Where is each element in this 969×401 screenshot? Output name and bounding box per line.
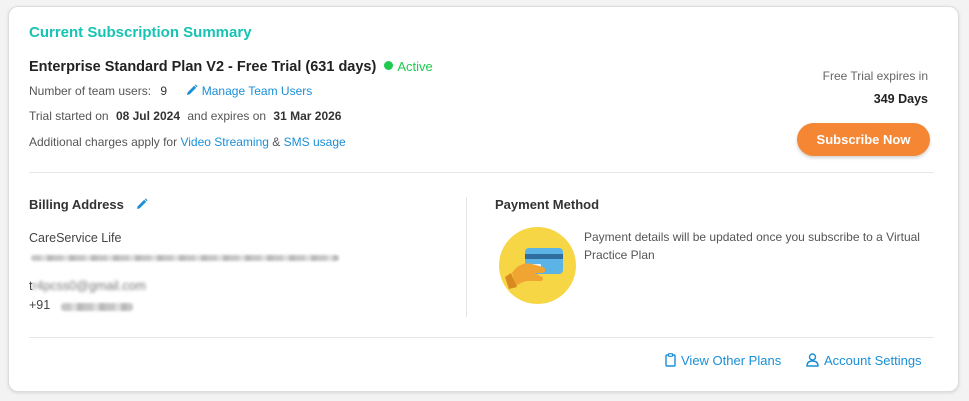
- ampersand: &: [272, 135, 281, 149]
- status-badge: Active: [384, 59, 433, 74]
- charges-row: Additional charges apply for Video Strea…: [29, 135, 346, 149]
- account-settings-label: Account Settings: [824, 353, 922, 368]
- payment-method-message: Payment details will be updated once you…: [584, 230, 920, 262]
- section-divider: [29, 172, 934, 173]
- trial-expire-date: 31 Mar 2026: [273, 109, 342, 123]
- team-users-label: Number of team users:: [29, 84, 152, 98]
- billing-address-title: Billing Address: [29, 197, 124, 212]
- expires-in-label: Free Trial expires in: [822, 69, 928, 83]
- team-users-count: 9: [160, 84, 168, 98]
- video-streaming-link[interactable]: Video Streaming: [180, 135, 269, 149]
- pencil-icon: [187, 84, 199, 95]
- sms-usage-link[interactable]: SMS usage: [284, 135, 346, 149]
- trial-start-date: 08 Jul 2024: [115, 109, 180, 123]
- redacted-phone-number: [61, 303, 133, 311]
- status-label: Active: [397, 59, 433, 74]
- account-settings-link[interactable]: Account Settings: [806, 353, 922, 368]
- plan-row: Enterprise Standard Plan V2 - Free Trial…: [29, 59, 433, 75]
- billing-name: CareService Life: [29, 231, 122, 245]
- billing-address-title-row: Billing Address: [29, 197, 148, 212]
- plan-name: Enterprise Standard Plan V2 - Free Trial…: [29, 59, 377, 75]
- payment-method-title: Payment Method: [495, 197, 600, 212]
- trial-dates-row: Trial started on 08 Jul 2024 and expires…: [29, 109, 345, 123]
- edit-billing-pencil-icon[interactable]: [136, 198, 148, 210]
- manage-team-users-label: Manage Team Users: [201, 84, 313, 98]
- view-other-plans-link[interactable]: View Other Plans: [665, 353, 781, 368]
- expires-in-days: 349 Days: [873, 92, 928, 106]
- clipboard-icon: [665, 353, 676, 367]
- expires-on-label: and expires on: [187, 109, 267, 123]
- team-users-row: Number of team users: 9 Manage Team User…: [29, 84, 312, 98]
- subscribe-now-button[interactable]: Subscribe Now: [797, 123, 930, 156]
- charges-label: Additional charges apply for: [29, 135, 178, 149]
- trial-started-label: Trial started on: [29, 109, 109, 123]
- billing-phone: +91: [29, 298, 50, 312]
- billing-phone-prefix: +91: [29, 298, 51, 312]
- billing-email: tr4pcss0@gmail.com: [29, 279, 146, 293]
- subscription-card: Current Subscription Summary Enterprise …: [8, 6, 959, 392]
- view-other-plans-label: View Other Plans: [681, 353, 782, 368]
- redacted-address-line: [31, 255, 339, 261]
- manage-team-users-link[interactable]: Manage Team Users: [186, 84, 312, 98]
- card-hand-illustration-icon: [499, 227, 576, 304]
- user-icon: [806, 353, 819, 367]
- footer-divider: [29, 337, 934, 338]
- billing-email-obscured: r4pcss0@gmail.com: [32, 279, 146, 293]
- column-divider: [466, 197, 467, 317]
- status-dot-icon: [384, 61, 394, 70]
- summary-title: Current Subscription Summary: [29, 24, 252, 41]
